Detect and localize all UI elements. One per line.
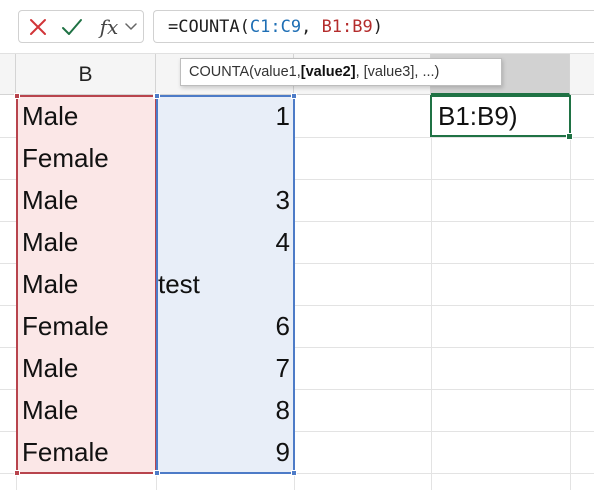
tooltip-arg2[interactable]: [value2] bbox=[301, 64, 356, 80]
cell-c4[interactable]: 4 bbox=[158, 222, 290, 263]
column-header-a[interactable] bbox=[0, 54, 16, 95]
active-cell-editor[interactable]: B1:B9) bbox=[430, 95, 571, 137]
cell-b6[interactable]: Female bbox=[22, 306, 154, 347]
formula-ref-b: B1:B9 bbox=[321, 16, 373, 37]
cell-grid[interactable]: Male 1 Female Male 3 Male 4 Male test Fe… bbox=[0, 93, 594, 490]
range-corner-handle[interactable] bbox=[14, 470, 20, 476]
insert-function-button[interactable]: fx bbox=[94, 15, 124, 39]
tooltip-fn[interactable]: COUNTA( bbox=[189, 64, 254, 80]
chevron-down-icon bbox=[125, 23, 137, 30]
formula-ref-c: C1:C9 bbox=[249, 16, 302, 37]
cell-c6[interactable]: 6 bbox=[158, 306, 290, 347]
formula-input[interactable]: =COUNTA(C1:C9, B1:B9) bbox=[153, 10, 594, 43]
function-tooltip: COUNTA(value1, [value2], [value3], ...) bbox=[180, 58, 502, 86]
cell-c1[interactable]: 1 bbox=[158, 96, 290, 137]
cell-b7[interactable]: Male bbox=[22, 348, 154, 389]
cell-b2[interactable]: Female bbox=[22, 138, 154, 179]
check-icon bbox=[62, 19, 82, 35]
enter-button[interactable] bbox=[57, 15, 87, 39]
x-icon bbox=[30, 19, 46, 35]
formula-part: =COUNTA( bbox=[168, 16, 250, 37]
cell-b1[interactable]: Male bbox=[22, 96, 154, 137]
cell-c3[interactable]: 3 bbox=[158, 180, 290, 221]
active-cell-text: B1:B9) bbox=[438, 100, 518, 131]
gridline bbox=[431, 95, 432, 490]
tooltip-rest[interactable]: , [value3], ...) bbox=[356, 64, 440, 80]
cell-b8[interactable]: Male bbox=[22, 390, 154, 431]
cancel-button[interactable] bbox=[24, 15, 52, 39]
cell-b4[interactable]: Male bbox=[22, 222, 154, 263]
cell-b5[interactable]: Male bbox=[22, 264, 154, 305]
cell-b9[interactable]: Female bbox=[22, 432, 154, 473]
fill-handle[interactable] bbox=[566, 133, 573, 140]
formula-bar-dropdown[interactable] bbox=[123, 15, 139, 39]
column-header-b[interactable]: B bbox=[16, 54, 156, 95]
gridline bbox=[570, 95, 571, 490]
formula-part: ) bbox=[372, 16, 383, 37]
cell-c2[interactable] bbox=[158, 138, 290, 179]
cell-c8[interactable]: 8 bbox=[158, 390, 290, 431]
fx-label: fx bbox=[99, 15, 119, 39]
range-corner-handle[interactable] bbox=[291, 470, 297, 476]
cell-c5[interactable]: test bbox=[158, 264, 290, 305]
formula-bar: fx =COUNTA(C1:C9, B1:B9) bbox=[0, 0, 594, 51]
formula-part: , bbox=[301, 16, 322, 37]
cell-c7[interactable]: 7 bbox=[158, 348, 290, 389]
column-header-f[interactable] bbox=[570, 54, 594, 95]
tooltip-arg1[interactable]: value1, bbox=[254, 64, 301, 80]
cell-b3[interactable]: Male bbox=[22, 180, 154, 221]
cell-c9[interactable]: 9 bbox=[158, 432, 290, 473]
range-corner-handle[interactable] bbox=[14, 93, 20, 99]
range-corner-handle[interactable] bbox=[291, 93, 297, 99]
formula-bar-buttons: fx bbox=[18, 10, 144, 43]
